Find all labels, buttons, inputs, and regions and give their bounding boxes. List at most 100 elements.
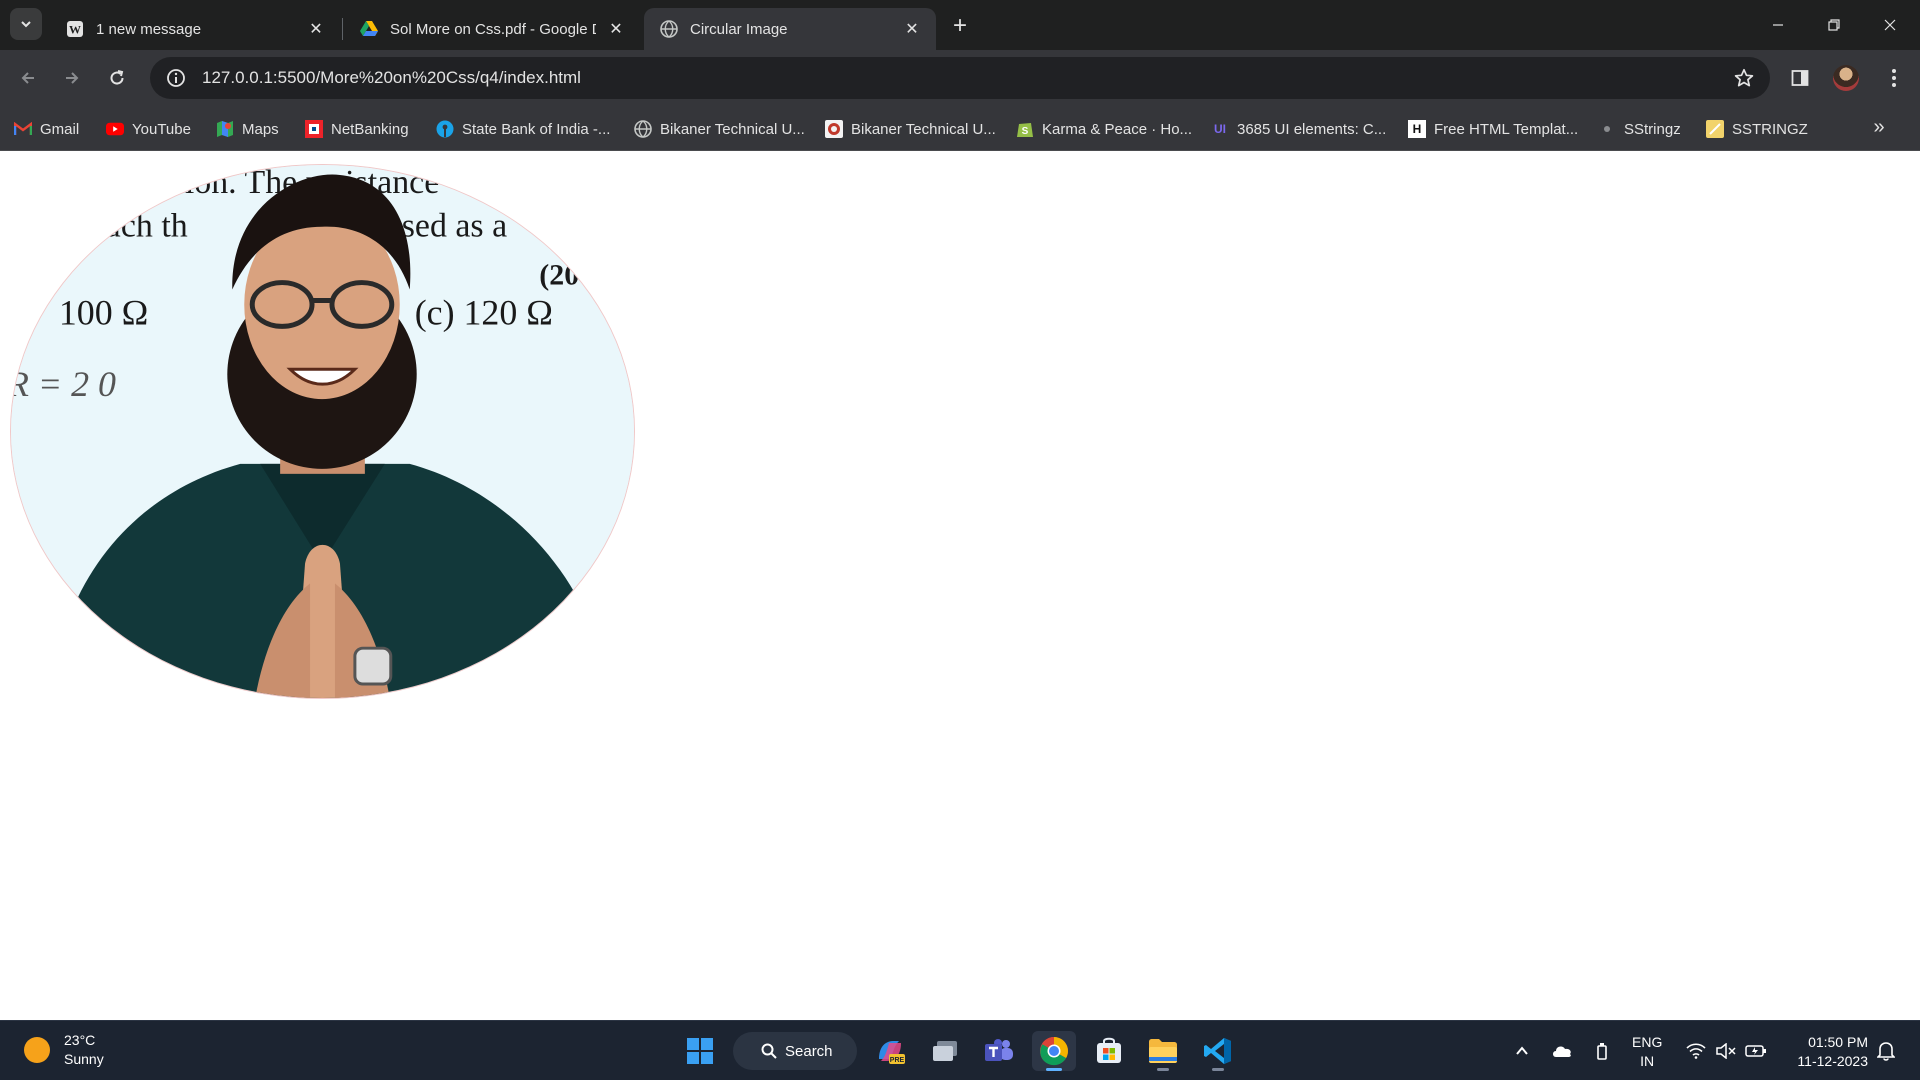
copilot-icon: PRE bbox=[879, 1041, 905, 1064]
windows-logo-icon bbox=[687, 1038, 713, 1064]
tray-overflow-button[interactable] bbox=[1510, 1039, 1534, 1063]
bookmark-uiverse[interactable]: UI 3685 UI elements: C... bbox=[1211, 116, 1386, 142]
notifications-button[interactable] bbox=[1874, 1039, 1898, 1063]
tab-circular-image[interactable]: Circular Image ✕ bbox=[644, 8, 936, 50]
board-text-line: (c) 120 Ω bbox=[415, 292, 553, 332]
taskbar-copilot[interactable]: PRE bbox=[868, 1031, 912, 1071]
menu-button[interactable] bbox=[1876, 60, 1912, 96]
bookmark-label: 3685 UI elements: C... bbox=[1237, 120, 1387, 138]
bookmark-star-icon[interactable] bbox=[1724, 58, 1764, 98]
youtube-icon bbox=[106, 120, 124, 138]
svg-text:W: W bbox=[69, 23, 81, 37]
bookmark-netbanking[interactable]: NetBanking bbox=[305, 116, 409, 142]
minimize-icon bbox=[1773, 24, 1783, 26]
volume-mute-icon bbox=[1716, 1043, 1736, 1059]
close-icon[interactable]: ✕ bbox=[902, 19, 922, 39]
taskbar-teams[interactable] bbox=[977, 1031, 1021, 1071]
usb-drive-icon bbox=[1597, 1043, 1607, 1060]
side-panel-button[interactable] bbox=[1782, 60, 1818, 96]
sbi-icon bbox=[436, 120, 454, 138]
taskbar-file-explorer[interactable] bbox=[1141, 1031, 1185, 1071]
address-text[interactable]: 127.0.0.1:5500/More%20on%20Css/q4/index.… bbox=[202, 68, 1724, 88]
site-info-icon[interactable] bbox=[156, 58, 196, 98]
close-window-button[interactable] bbox=[1862, 0, 1918, 50]
language-line-2: IN bbox=[1640, 1053, 1655, 1069]
bookmark-label: NetBanking bbox=[331, 120, 409, 138]
task-view-icon bbox=[933, 1041, 957, 1061]
battery-charging-icon bbox=[1745, 1045, 1766, 1057]
system-clock[interactable]: 01:50 PM 11-12-2023 bbox=[1784, 1033, 1868, 1071]
volume-tray[interactable] bbox=[1714, 1039, 1738, 1063]
portrait-illustration: tion. The resistance such th used as a (… bbox=[11, 165, 634, 698]
board-text-line: such th bbox=[91, 208, 188, 245]
taskbar-store[interactable] bbox=[1087, 1031, 1131, 1071]
sstringz-icon bbox=[1706, 120, 1724, 138]
arrow-right-icon bbox=[66, 72, 79, 84]
weather-widget[interactable]: 23°C Sunny bbox=[24, 1031, 104, 1069]
running-indicator bbox=[1212, 1068, 1224, 1071]
bookmark-html-templates[interactable]: H Free HTML Templat... bbox=[1408, 116, 1578, 142]
board-text-line: (20 bbox=[539, 259, 579, 292]
bookmark-label: Karma & Peace · Ho... bbox=[1042, 120, 1193, 138]
close-icon[interactable]: ✕ bbox=[606, 19, 626, 39]
minimize-button[interactable] bbox=[1750, 0, 1806, 50]
bookmark-label: State Bank of India -... bbox=[462, 120, 611, 138]
close-icon[interactable]: ✕ bbox=[306, 19, 326, 39]
side-panel-icon bbox=[1791, 70, 1809, 86]
bookmark-label: Gmail bbox=[40, 120, 80, 138]
wordpress-icon: W bbox=[66, 20, 84, 38]
bookmark-sstringz-caps[interactable]: SSTRINGZ bbox=[1706, 116, 1808, 142]
hdfc-icon bbox=[305, 120, 323, 138]
tab-messages[interactable]: W 1 new message ✕ bbox=[50, 8, 340, 50]
btu-icon bbox=[825, 120, 843, 138]
bookmark-sstringz[interactable]: SStringz bbox=[1598, 116, 1681, 142]
bookmark-btu-1[interactable]: Bikaner Technical U... bbox=[634, 116, 805, 142]
active-indicator bbox=[1046, 1068, 1062, 1071]
chevron-up-icon bbox=[1516, 1046, 1528, 1055]
maps-icon bbox=[216, 120, 234, 138]
cloud-icon bbox=[1553, 1046, 1571, 1057]
gmail-icon bbox=[14, 120, 32, 138]
tab-title: Sol More on Css.pdf - Google D bbox=[390, 20, 596, 38]
address-bar[interactable]: 127.0.0.1:5500/More%20on%20Css/q4/index.… bbox=[150, 57, 1770, 99]
language-indicator[interactable]: ENG IN bbox=[1632, 1033, 1662, 1071]
h-icon: H bbox=[1408, 120, 1426, 138]
bookmark-karma-peace[interactable]: S Karma & Peace · Ho... bbox=[1016, 116, 1192, 142]
profile-button[interactable] bbox=[1828, 60, 1864, 96]
bookmark-label: Maps bbox=[242, 120, 279, 138]
bookmark-sbi[interactable]: State Bank of India -... bbox=[436, 116, 610, 142]
wifi-tray[interactable] bbox=[1684, 1039, 1708, 1063]
taskbar-search[interactable]: Search bbox=[733, 1032, 857, 1070]
bookmark-gmail[interactable]: Gmail bbox=[14, 116, 79, 142]
back-button[interactable] bbox=[10, 60, 46, 96]
forward-button[interactable] bbox=[54, 60, 90, 96]
usb-tray[interactable] bbox=[1590, 1039, 1614, 1063]
more-bookmarks-button[interactable]: » bbox=[1864, 112, 1894, 142]
close-icon bbox=[1884, 19, 1896, 31]
microsoft-store-icon bbox=[1097, 1037, 1121, 1063]
new-tab-button[interactable]: + bbox=[944, 12, 976, 40]
taskbar-task-view[interactable] bbox=[923, 1031, 967, 1071]
tab-search-button[interactable] bbox=[10, 8, 42, 40]
restore-button[interactable] bbox=[1806, 0, 1862, 50]
taskbar-vscode[interactable] bbox=[1196, 1031, 1240, 1071]
tab-drive-pdf[interactable]: Sol More on Css.pdf - Google D ✕ bbox=[344, 8, 640, 50]
bookmark-btu-2[interactable]: Bikaner Technical U... bbox=[825, 116, 996, 142]
uiverse-icon: UI bbox=[1214, 122, 1226, 136]
chrome-icon bbox=[1040, 1037, 1068, 1066]
start-button[interactable] bbox=[678, 1031, 722, 1071]
taskbar-chrome[interactable] bbox=[1032, 1031, 1076, 1071]
shopify-letter: S bbox=[1022, 126, 1029, 137]
bookmark-youtube[interactable]: YouTube bbox=[106, 116, 191, 142]
reload-button[interactable] bbox=[99, 60, 135, 96]
weather-condition: Sunny bbox=[64, 1051, 104, 1067]
chevron-down-icon bbox=[21, 21, 31, 28]
bookmark-maps[interactable]: Maps bbox=[216, 116, 279, 142]
arrow-left-icon bbox=[21, 72, 34, 84]
onedrive-tray[interactable] bbox=[1550, 1039, 1574, 1063]
bookmark-label: SStringz bbox=[1624, 120, 1681, 138]
notification-bell-icon bbox=[1877, 1042, 1895, 1061]
tab-separator bbox=[342, 18, 343, 40]
clock-time: 01:50 PM bbox=[1808, 1034, 1868, 1050]
battery-tray[interactable] bbox=[1744, 1039, 1768, 1063]
